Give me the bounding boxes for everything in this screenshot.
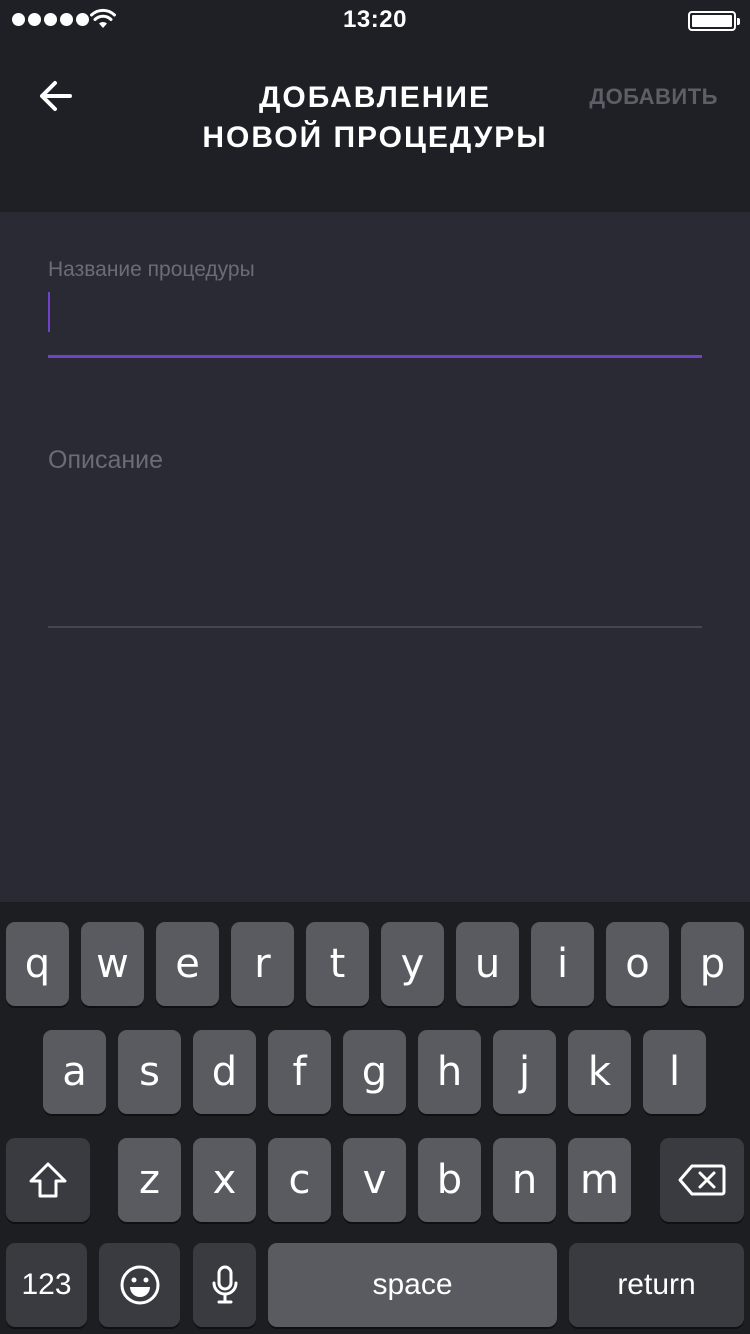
key-c[interactable]: c [268,1138,331,1222]
back-button[interactable] [34,74,78,118]
microphone-key[interactable] [193,1243,256,1327]
key-k[interactable]: k [568,1030,631,1114]
page-title: ДОБАВЛЕНИЕ НОВОЙ ПРОЦЕДУРЫ [150,78,600,158]
key-o[interactable]: o [606,922,669,1006]
numbers-key[interactable]: 123 [6,1243,87,1327]
backspace-key[interactable] [660,1138,744,1222]
description-input[interactable] [48,472,702,628]
procedure-name-input[interactable] [48,284,702,358]
shift-key[interactable] [6,1138,90,1222]
text-caret [48,292,50,332]
description-label: Описание [48,446,164,474]
app-header: 13:20 ДОБАВЛЕНИЕ НОВОЙ ПРОЦЕДУРЫ ДОБАВИТ… [0,0,750,212]
shift-icon [29,1162,67,1198]
key-h[interactable]: h [418,1030,481,1114]
key-s[interactable]: s [118,1030,181,1114]
microphone-icon [212,1265,237,1304]
procedure-form: Название процедуры Описание [0,212,750,902]
key-a[interactable]: a [43,1030,106,1114]
battery-icon [688,11,740,31]
key-y[interactable]: y [381,922,444,1006]
key-j[interactable]: j [493,1030,556,1114]
status-time: 13:20 [343,6,407,33]
page-title-line1: ДОБАВЛЕНИЕ [258,81,491,114]
key-w[interactable]: w [81,922,144,1006]
key-u[interactable]: u [456,922,519,1006]
key-i[interactable]: i [531,922,594,1006]
keyboard: qwertyuiop asdfghjkl zxcvbnm 123 space r… [0,902,750,1334]
key-b[interactable]: b [418,1138,481,1222]
key-l[interactable]: l [643,1030,706,1114]
key-d[interactable]: d [193,1030,256,1114]
emoji-key[interactable] [99,1243,180,1327]
return-key[interactable]: return [569,1243,744,1327]
key-z[interactable]: z [118,1138,181,1222]
key-p[interactable]: p [681,922,744,1006]
key-v[interactable]: v [343,1138,406,1222]
arrow-left-icon [40,81,72,111]
key-f[interactable]: f [268,1030,331,1114]
key-q[interactable]: q [6,922,69,1006]
backspace-icon [678,1164,726,1196]
key-t[interactable]: t [306,922,369,1006]
battery-level-fill [692,15,732,27]
add-button[interactable]: ДОБАВИТЬ [589,84,718,110]
key-x[interactable]: x [193,1138,256,1222]
page-title-line2: НОВОЙ ПРОЦЕДУРЫ [202,121,548,154]
key-m[interactable]: m [568,1138,631,1222]
status-bar: 13:20 [0,0,750,40]
key-e[interactable]: e [156,922,219,1006]
emoji-icon [120,1265,159,1305]
key-g[interactable]: g [343,1030,406,1114]
space-key[interactable]: space [268,1243,557,1327]
key-r[interactable]: r [231,922,294,1006]
key-n[interactable]: n [493,1138,556,1222]
procedure-name-label: Название процедуры [48,258,255,281]
